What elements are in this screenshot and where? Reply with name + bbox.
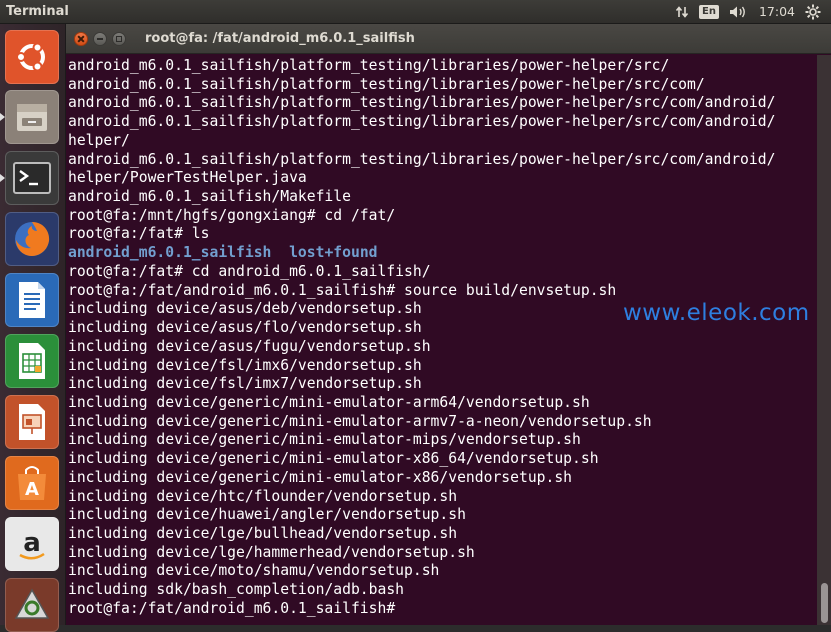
gear-icon[interactable] [805, 4, 821, 20]
ls-entry: android_m6.0.1_sailfish [68, 244, 272, 262]
terminal-line: including device/fsl/imx6/vendorsetup.sh [68, 356, 422, 374]
terminal-line: including device/moto/shamu/vendorsetup.… [68, 562, 440, 580]
scrollbar[interactable] [817, 55, 831, 625]
maximize-button[interactable] [112, 31, 126, 46]
terminal-line: root@fa:/mnt/hgfs/gongxiang# cd /fat/ [68, 206, 396, 224]
minimize-button[interactable] [93, 31, 107, 46]
terminal-line: including device/huawei/angler/vendorset… [68, 506, 466, 524]
clock[interactable]: 17:04 [759, 4, 795, 19]
libreoffice-writer-icon[interactable] [5, 273, 59, 327]
libreoffice-impress-icon[interactable] [5, 395, 59, 449]
libreoffice-calc-icon[interactable] [5, 334, 59, 388]
terminal-line: android_m6.0.1_sailfish/Makefile [68, 188, 351, 206]
terminal-line: root@fa:/fat# ls [68, 225, 210, 243]
ls-entry: lost+found [289, 244, 378, 262]
software-center-icon[interactable]: A [5, 456, 59, 510]
terminal-line: including device/generic/mini-emulator-x… [68, 468, 573, 486]
svg-text:a: a [23, 528, 41, 558]
terminal-line: android_m6.0.1_sailfish/platform_testing… [68, 57, 670, 74]
svg-text:A: A [25, 479, 39, 500]
terminal-line: android_m6.0.1_sailfish/platform_testing… [68, 94, 776, 112]
system-updater-icon[interactable] [5, 578, 59, 632]
ubuntu-dash-icon[interactable] [5, 30, 59, 84]
amazon-icon[interactable]: a [5, 517, 59, 571]
keyboard-layout-indicator[interactable]: En [699, 4, 719, 19]
terminal-line: including sdk/bash_completion/adb.bash [68, 581, 405, 599]
terminal-line: including device/generic/mini-emulator-m… [68, 431, 581, 449]
terminal-line: including device/generic/mini-emulator-x… [68, 450, 599, 468]
close-button[interactable] [74, 31, 88, 46]
terminal-line: android_m6.0.1_sailfish lost+found [68, 244, 817, 263]
window-title: root@fa: /fat/android_m6.0.1_sailfish [145, 31, 415, 46]
terminal-line: including device/htc/flounder/vendorsetu… [68, 487, 458, 505]
terminal-icon[interactable] [0, 151, 59, 205]
terminal-line: including device/asus/fugu/vendorsetup.s… [68, 337, 431, 355]
files-icon[interactable] [0, 90, 59, 144]
terminal-line: including device/lge/bullhead/vendorsetu… [68, 524, 458, 542]
terminal-line: android_m6.0.1_sailfish/platform_testing… [68, 150, 776, 168]
scrollbar-thumb[interactable] [821, 583, 828, 623]
terminal-line: root@fa:/fat# cd android_m6.0.1_sailfish… [68, 262, 431, 280]
terminal-line: android_m6.0.1_sailfish/platform_testing… [68, 75, 705, 93]
watermark: www.eleok.com [623, 300, 810, 326]
terminal-line: including device/lge/hammerhead/vendorse… [68, 543, 475, 561]
terminal-line: including device/generic/mini-emulator-a… [68, 393, 590, 411]
terminal-output[interactable]: android_m6.0.1_sailfish/platform_testing… [66, 55, 817, 625]
terminal-line: root@fa:/fat/android_m6.0.1_sailfish# so… [68, 281, 617, 299]
active-app-title: Terminal [6, 4, 69, 19]
indicator-area: En 17:04 [675, 4, 831, 20]
terminal-line: root@fa:/fat/android_m6.0.1_sailfish# [68, 599, 405, 617]
terminal-line: including device/generic/mini-emulator-a… [68, 412, 652, 430]
network-updown-icon[interactable] [675, 5, 689, 19]
unity-launcher: A a [0, 24, 66, 632]
top-panel: Terminal En 17:04 [0, 0, 831, 24]
firefox-icon[interactable] [5, 212, 59, 266]
volume-icon[interactable] [729, 5, 749, 19]
terminal-line: android_m6.0.1_sailfish/platform_testing… [68, 113, 776, 131]
window-titlebar[interactable]: root@fa: /fat/android_m6.0.1_sailfish [66, 24, 831, 54]
terminal-line: helper/PowerTestHelper.java [68, 169, 307, 187]
terminal-line: helper/ [68, 131, 130, 149]
terminal-line: including device/fsl/imx7/vendorsetup.sh [68, 375, 422, 393]
